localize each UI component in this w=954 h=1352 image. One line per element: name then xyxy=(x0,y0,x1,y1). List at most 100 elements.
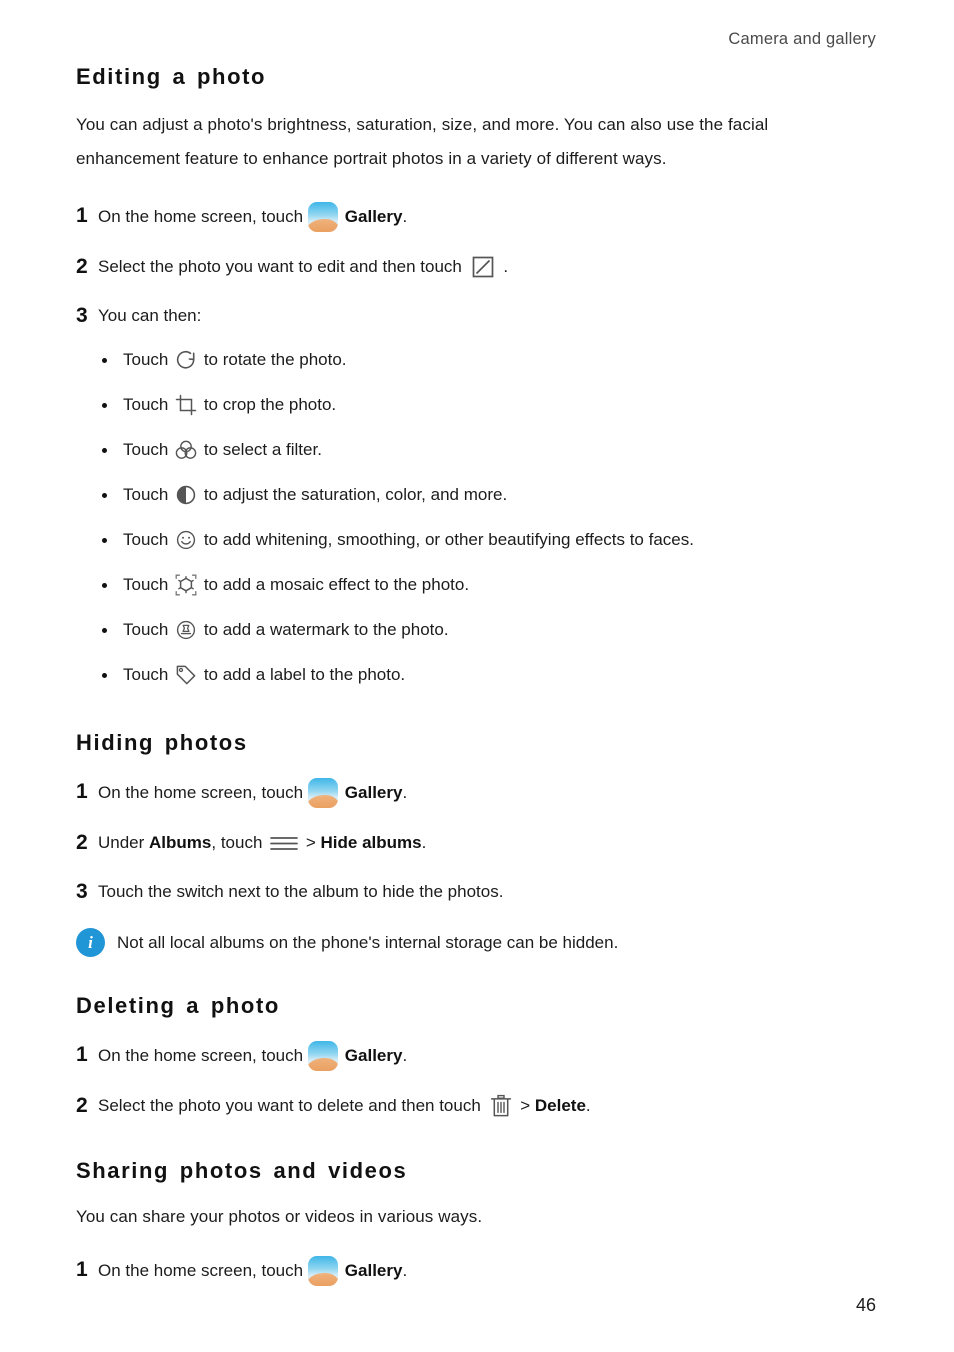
gallery-icon[interactable] xyxy=(307,202,338,232)
step-text: On the home screen, touch Gallery . xyxy=(98,778,407,808)
step-number: 2 xyxy=(76,831,88,854)
section-title-editing-a-photo: Editing a photo xyxy=(76,64,267,89)
section-intro-editing-a-photo: You can adjust a photo's brightness, sat… xyxy=(76,115,769,168)
step-text: You can then: xyxy=(98,302,201,330)
gallery-icon[interactable] xyxy=(307,1041,338,1071)
step-item: 1 On the home screen, touch Gallery . xyxy=(76,202,878,232)
step-bold-term: Delete xyxy=(534,1096,586,1115)
step-number: 1 xyxy=(76,1258,88,1281)
bullet-text-before: Touch xyxy=(123,485,174,504)
edit-square-icon[interactable] xyxy=(470,254,496,280)
step-separator: > xyxy=(515,1096,535,1115)
step-number: 2 xyxy=(76,255,88,278)
bullet-text-after: to adjust the saturation, color, and mor… xyxy=(199,485,508,504)
step-item: 1 On the home screen, touch Gallery . xyxy=(76,1256,878,1286)
step-bold-term: Gallery xyxy=(344,783,403,802)
list-item: Touch to add whitening, smoothing, or ot… xyxy=(102,527,878,553)
crop-icon[interactable] xyxy=(173,393,199,417)
bullet-text-after: to add whitening, smoothing, or other be… xyxy=(199,530,694,549)
list-item: Touch to adjust the saturation, color, a… xyxy=(102,482,878,508)
step-number: 1 xyxy=(76,204,88,227)
bullet-text-before: Touch xyxy=(123,575,174,594)
section-title-hiding-photos: Hiding photos xyxy=(76,730,248,755)
step-number: 3 xyxy=(76,880,88,903)
step-text-after: . xyxy=(585,1096,591,1115)
step-text-after: . xyxy=(402,1046,408,1065)
step-text-after: . xyxy=(421,833,427,852)
section-intro-sharing-photos-and-videos: You can share your photos or videos in v… xyxy=(76,1207,483,1226)
running-header: Camera and gallery xyxy=(728,30,876,48)
page-content: Editing a photo You can adjust a photo's… xyxy=(76,60,878,1286)
gallery-icon[interactable] xyxy=(307,778,338,808)
step-text-before: You can then: xyxy=(98,306,202,325)
step-text-before: Select the photo you want to edit and th… xyxy=(98,257,467,276)
bullet-text-before: Touch xyxy=(123,395,174,414)
bullet-dot xyxy=(102,447,107,453)
step-number: 1 xyxy=(76,1043,88,1066)
hamburger-menu-icon[interactable] xyxy=(267,831,301,855)
step-text-before: On the home screen, touch xyxy=(98,207,308,226)
bullet-text-after: to select a filter. xyxy=(199,440,322,459)
gallery-icon[interactable] xyxy=(307,1256,338,1286)
bullet-dot xyxy=(102,492,107,498)
trash-icon[interactable] xyxy=(486,1093,516,1119)
smiley-icon[interactable] xyxy=(173,528,199,552)
step-number: 2 xyxy=(76,1094,88,1117)
step-item: 1 On the home screen, touch Gallery . xyxy=(76,778,878,808)
info-note-text: Not all local albums on the phone's inte… xyxy=(117,932,619,952)
step-text-after: . xyxy=(402,1261,408,1280)
bullet-dot xyxy=(102,537,107,543)
step-text-after: . xyxy=(402,207,408,226)
step-text-before: Touch the switch next to the album to hi… xyxy=(98,882,504,901)
rotate-icon[interactable] xyxy=(173,348,199,372)
step-bold-term: Hide albums xyxy=(320,833,422,852)
bullet-text-before: Touch xyxy=(123,350,174,369)
step-number: 3 xyxy=(76,304,88,327)
step-text-before: On the home screen, touch xyxy=(98,783,308,802)
step-item: 3 Touch the switch next to the album to … xyxy=(76,878,878,906)
step-item: 2 Under Albums , touch > Hide albums . xyxy=(76,829,878,857)
list-item: Touch to rotate the photo. xyxy=(102,347,878,373)
mosaic-icon[interactable] xyxy=(173,573,199,597)
info-icon: i xyxy=(76,928,105,957)
bullet-dot xyxy=(102,402,107,408)
filter-icon[interactable] xyxy=(173,438,199,462)
bullet-text-after: to add a mosaic effect to the photo. xyxy=(199,575,470,594)
step-item: 1 On the home screen, touch Gallery . xyxy=(76,1041,878,1071)
step-item: 3 You can then: xyxy=(76,302,878,330)
bullet-dot xyxy=(102,582,107,588)
section-title-sharing-photos-and-videos: Sharing photos and videos xyxy=(76,1158,408,1183)
list-item: Touch to add a mosaic effect to the phot… xyxy=(102,572,878,598)
step-text-middle: , touch xyxy=(211,833,268,852)
step-number: 1 xyxy=(76,780,88,803)
step-item: 2 Select the photo you want to edit and … xyxy=(76,253,878,281)
bullet-dot xyxy=(102,672,107,678)
list-item: Touch to crop the photo. xyxy=(102,392,878,418)
step-text: Select the photo you want to delete and … xyxy=(98,1092,591,1120)
bullet-dot xyxy=(102,357,107,363)
bullet-text-after: to add a label to the photo. xyxy=(199,665,406,684)
list-item: Touch to add a label to the photo. xyxy=(102,662,878,688)
step-item: 2 Select the photo you want to delete an… xyxy=(76,1092,878,1120)
step-text-before: Select the photo you want to delete and … xyxy=(98,1096,486,1115)
step-bold-term-albums: Albums xyxy=(149,833,212,852)
step-bold-term: Gallery xyxy=(344,1261,403,1280)
bullet-dot xyxy=(102,627,107,633)
list-item: Touch to add a watermark to the photo. xyxy=(102,617,878,643)
document-page: Camera and gallery Editing a photo You c… xyxy=(0,0,954,1352)
info-note: i Not all local albums on the phone's in… xyxy=(76,928,878,957)
step-text: On the home screen, touch Gallery . xyxy=(98,1041,407,1071)
step-text: Under Albums , touch > Hide albums . xyxy=(98,829,426,857)
list-item: Touch to select a filter. xyxy=(102,437,878,463)
contrast-icon[interactable] xyxy=(173,483,199,507)
label-tag-icon[interactable] xyxy=(173,663,199,687)
bullet-text-after: to add a watermark to the photo. xyxy=(199,620,449,639)
bullet-text-after: to crop the photo. xyxy=(199,395,337,414)
step-text-after: . xyxy=(498,257,509,276)
step-text: On the home screen, touch Gallery . xyxy=(98,1256,407,1286)
watermark-icon[interactable] xyxy=(173,618,199,642)
editing-options-list: Touch to rotate the photo. Touch to crop… xyxy=(76,347,878,688)
step-text: Select the photo you want to edit and th… xyxy=(98,253,508,281)
step-text-before: Under xyxy=(98,833,150,852)
bullet-text-after: to rotate the photo. xyxy=(199,350,347,369)
